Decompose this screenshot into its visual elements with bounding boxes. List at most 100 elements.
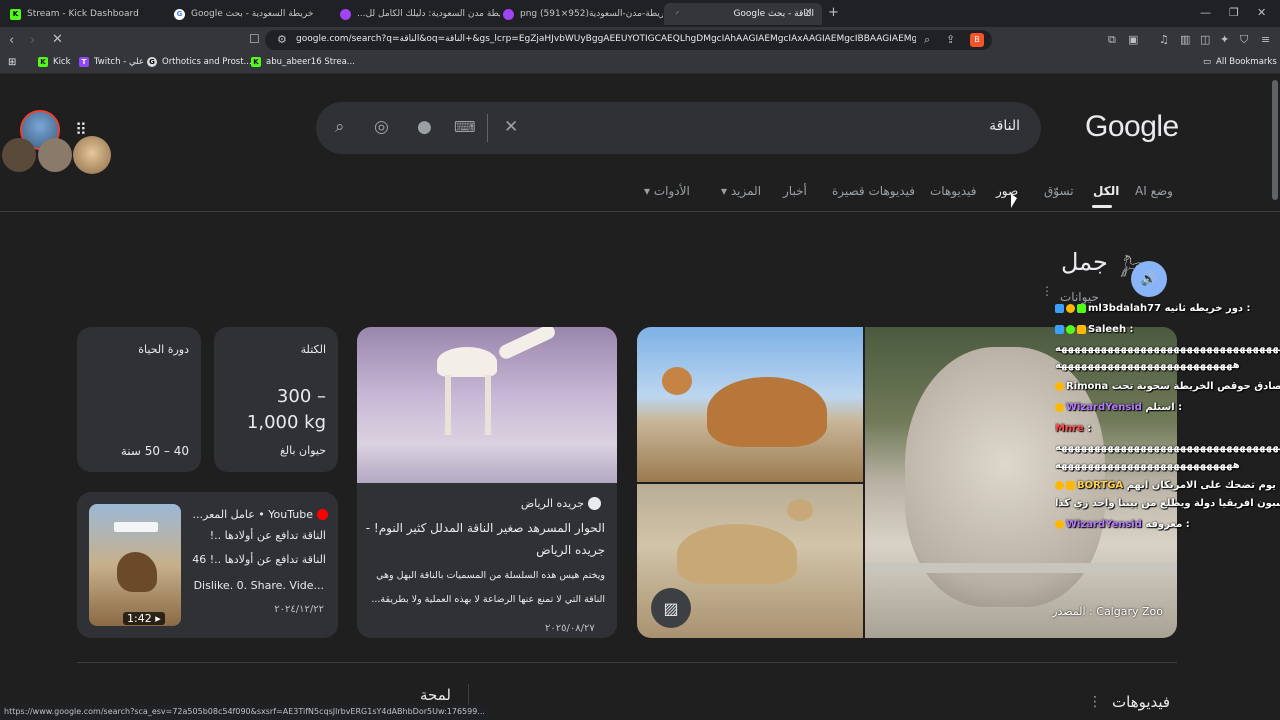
- news-source-name: جريده الرياض: [520, 497, 584, 510]
- forward-icon[interactable]: ›: [30, 33, 35, 48]
- badge-icon: [1066, 480, 1075, 490]
- bookmark-kick[interactable]: K Kick: [38, 57, 71, 67]
- new-tab-icon[interactable]: +: [828, 5, 839, 20]
- more-options-icon[interactable]: ⋮: [1041, 284, 1053, 298]
- youtube-source: YouTube • عامل المعر...: [193, 508, 328, 521]
- search-icon[interactable]: ⌕: [335, 117, 345, 137]
- restore-icon[interactable]: ❐: [1229, 6, 1239, 19]
- bookmark-abu-abeer[interactable]: K abu_abeer16 Strea...: [251, 57, 355, 67]
- close-tab-icon[interactable]: ✕: [804, 7, 812, 18]
- minimize-icon[interactable]: —: [1200, 6, 1211, 19]
- chat-text: :: [1087, 423, 1092, 434]
- tab-all[interactable]: الكل: [1093, 184, 1119, 198]
- tab-ai-mode[interactable]: وضع AI: [1135, 184, 1173, 198]
- google-logo[interactable]: Google: [1085, 110, 1179, 144]
- mass-value-1: 300 –: [276, 386, 326, 407]
- menu-icon[interactable]: ≡: [1261, 33, 1270, 46]
- chat-message: Mnre :: [1055, 422, 1280, 435]
- lens-icon[interactable]: ◎: [374, 117, 389, 137]
- brave-shield-icon[interactable]: B: [970, 33, 984, 47]
- camel-image-1[interactable]: [637, 327, 863, 482]
- twitch-icon: T: [79, 57, 89, 67]
- tab-camel-search[interactable]: ◜ الناقة - بحث Google: [664, 3, 822, 25]
- news-snippet-2: الناقة التي لا تمنع عنها الرضاعة لا بهذه…: [371, 594, 605, 605]
- more-images-button[interactable]: ▨: [651, 588, 691, 628]
- stop-icon[interactable]: ✕: [52, 32, 63, 47]
- scrollbar-thumb[interactable]: [1272, 80, 1278, 200]
- chat-message: ml3bdalah77 دور خريطه ثانيه :: [1055, 302, 1280, 315]
- chat-username: Mnre: [1055, 423, 1084, 434]
- bookmark-orthotics[interactable]: G Orthotics and Prost...: [147, 57, 252, 67]
- zoom-icon[interactable]: ⌕: [924, 33, 930, 47]
- youtube-card[interactable]: 1:42 ▸ YouTube • عامل المعر... الناقة تد…: [77, 492, 338, 638]
- pronunciation-button[interactable]: 🔊: [1131, 261, 1167, 297]
- badge-icon: [1055, 381, 1064, 391]
- chat-text: دور خريطه ثانيه :: [1164, 303, 1251, 314]
- news-card[interactable]: جريده الرياض الحوار المسرهد صغير الناقة …: [357, 327, 617, 638]
- url-text[interactable]: google.com/search?q=الناقة&oq=الناقة+&gs…: [296, 34, 916, 44]
- badge-icon: [1055, 519, 1064, 529]
- badge-icon: [1077, 324, 1086, 334]
- back-icon[interactable]: ‹: [9, 33, 14, 48]
- close-window-icon[interactable]: ✕: [1257, 6, 1266, 19]
- tab-saudi-cities[interactable]: خريطة مدن السعودية: دليلك الكامل لل...: [340, 3, 500, 25]
- chat-text: صادق حوقص الخريطة سحوبة تحت :: [1111, 381, 1280, 392]
- chat-username: WizardYensid: [1066, 519, 1142, 530]
- more-options-icon[interactable]: ⋮: [1088, 694, 1102, 710]
- badge-icon: [1077, 303, 1086, 313]
- clear-icon[interactable]: ✕: [504, 117, 518, 137]
- search-box[interactable]: ⌕ ◎ ● ⌨ ✕ الناقة: [316, 102, 1041, 154]
- bookmark-twitch[interactable]: T Twitch - علي: [79, 57, 144, 67]
- loading-icon: ◜: [676, 10, 679, 18]
- screenshot-icon[interactable]: ▣: [1128, 33, 1138, 46]
- vpn-icon[interactable]: ⛉: [1240, 33, 1248, 47]
- apps-grid-icon[interactable]: ⊞: [8, 57, 16, 68]
- share-icon[interactable]: ⇪: [946, 33, 955, 46]
- news-image[interactable]: [357, 327, 617, 483]
- folder-icon: ▭: [1203, 57, 1212, 67]
- google-apps-icon[interactable]: ⠿: [75, 120, 87, 139]
- tab-tools[interactable]: الأدوات ▾: [644, 184, 690, 198]
- site-info-icon[interactable]: ⚙: [277, 33, 287, 46]
- tab-kick-dashboard[interactable]: K Stream - Kick Dashboard: [10, 3, 170, 25]
- bookmark-label: Kick: [53, 57, 71, 67]
- tab-title: خريطة مدن السعودية: دليلك الكامل لل...: [357, 9, 500, 19]
- cursor-icon: [1011, 194, 1017, 208]
- chat-message: Rimona صادق حوقص الخريطة سحوبة تحت :: [1055, 380, 1280, 393]
- tab-title: Stream - Kick Dashboard: [27, 9, 139, 19]
- tab-short-videos[interactable]: فيديوهات قصيرة: [832, 184, 915, 198]
- chat-text: ههههههههههههههههههههههههههههههههههههه: [1055, 442, 1280, 453]
- tab-saudi-map-png[interactable]: خريطة-مدن-السعودية(952×591) png: [503, 3, 663, 25]
- divider: [487, 114, 488, 142]
- lifespan-card[interactable]: دورة الحياة 40 – 50 سنة: [77, 327, 201, 472]
- tab-more[interactable]: المزيد ▾: [721, 184, 761, 198]
- bookmark-star-icon[interactable]: ☐: [249, 32, 260, 46]
- news-title-2: جريده الرياض: [536, 543, 605, 557]
- tab-news[interactable]: أخبار: [783, 184, 807, 198]
- chat-text: هههههههههههههههههههههههههههه: [1055, 360, 1240, 371]
- all-bookmarks[interactable]: ▭ All Bookmarks: [1203, 57, 1277, 67]
- chat-text: معروفه :: [1145, 519, 1190, 530]
- active-tab-indicator: [1092, 205, 1112, 208]
- tab-shopping[interactable]: تسوّق: [1044, 184, 1074, 198]
- tab-google-map-search[interactable]: G خريطة السعودية - بحث Google: [174, 3, 334, 25]
- tab-title: الناقة - بحث Google: [733, 9, 814, 19]
- badge-icon: [1055, 480, 1064, 490]
- image-icon: ▨: [663, 598, 679, 618]
- microphone-icon[interactable]: ●: [417, 117, 432, 137]
- chat-text: يوم تضحك على الامريكان انهم :: [1126, 480, 1280, 491]
- tab-videos[interactable]: فيديوهات: [930, 184, 976, 198]
- wallet-icon[interactable]: ◫: [1200, 33, 1210, 46]
- video-thumbnail[interactable]: 1:42 ▸: [89, 504, 181, 626]
- camel-image-2[interactable]: ▨: [637, 484, 863, 638]
- sidebar-icon[interactable]: ▥: [1180, 33, 1190, 46]
- extensions-icon[interactable]: ⧉: [1108, 33, 1116, 47]
- chat-username: Rimona: [1066, 381, 1109, 392]
- lifespan-value: 40 – 50 سنة: [120, 444, 189, 458]
- leo-icon[interactable]: ✦: [1220, 33, 1229, 46]
- mass-card[interactable]: الكتلة 300 – 1,000 kg حيوان بالغ: [214, 327, 338, 472]
- video-date: ٢٠٢٤/١٢/٢٢: [274, 604, 324, 615]
- media-icon[interactable]: ♫: [1159, 33, 1169, 46]
- keyboard-icon[interactable]: ⌨: [454, 118, 476, 136]
- search-input[interactable]: الناقة: [989, 118, 1020, 134]
